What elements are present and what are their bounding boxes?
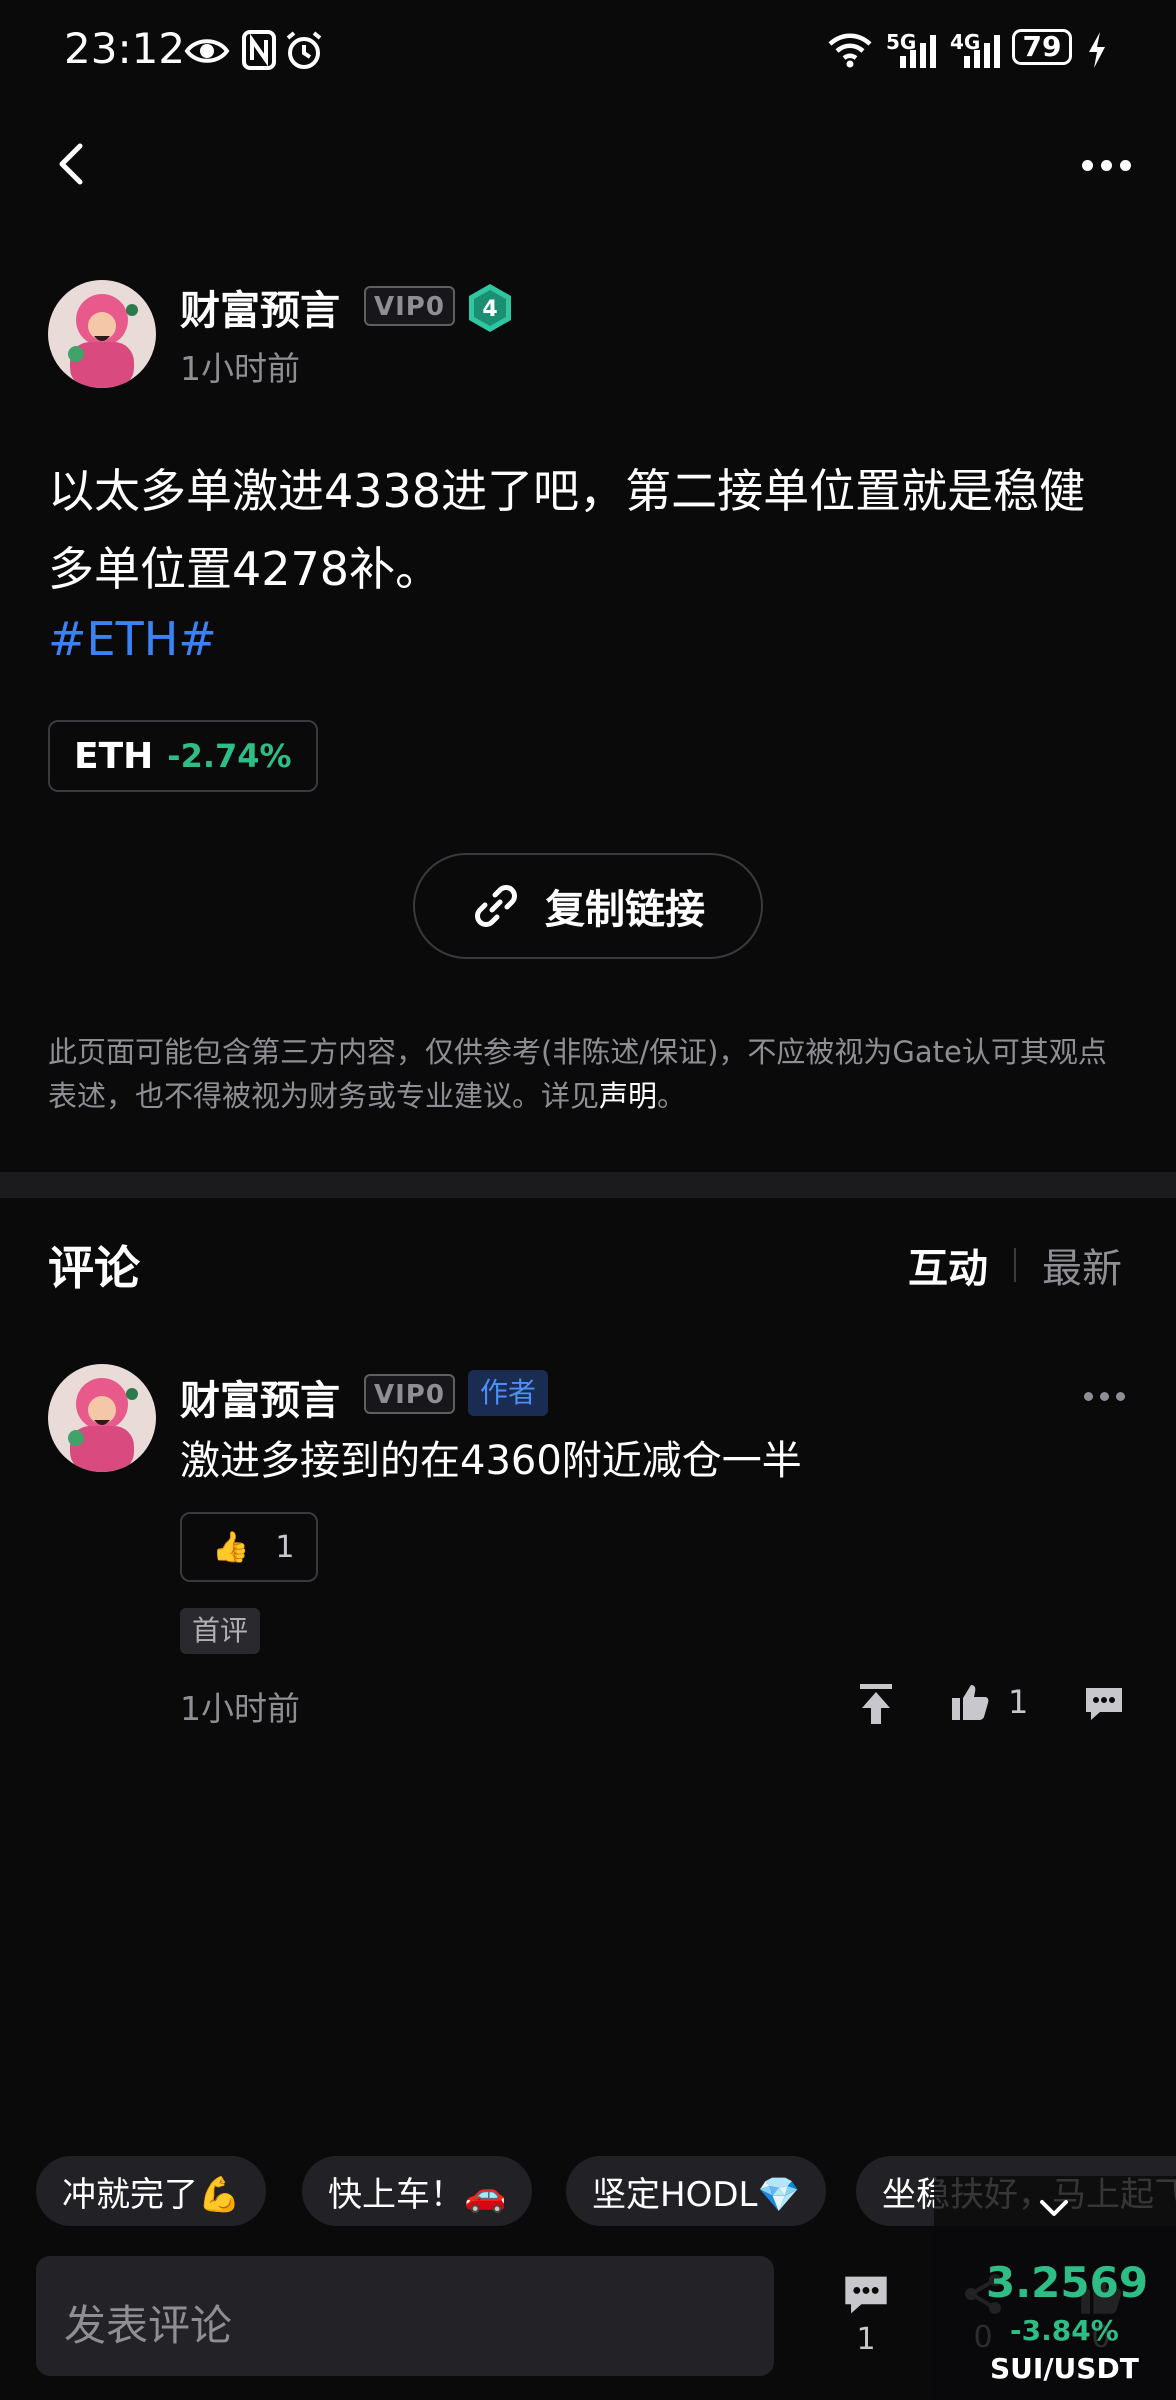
- hashtag-link[interactable]: #ETH#: [48, 612, 217, 666]
- signal-icon: [900, 35, 936, 68]
- charging-icon: [1089, 32, 1105, 68]
- coin-name: ETH: [74, 735, 154, 777]
- level-badge: 4: [469, 284, 511, 332]
- disclaimer-end: 。: [657, 1079, 687, 1113]
- disclaimer-link[interactable]: 声明: [599, 1079, 657, 1113]
- thumbs-up-emoji: 👍: [212, 1529, 250, 1565]
- battery-indicator: 79: [1012, 29, 1072, 65]
- ticker-change: -3.84%: [1010, 2314, 1119, 2347]
- comment-like-button[interactable]: 1: [950, 1682, 1028, 1722]
- comment-input-placeholder: 发表评论: [64, 2301, 233, 2350]
- coin-chip[interactable]: ETH -2.74%: [48, 720, 318, 792]
- bottom-reply-button[interactable]: 1: [836, 2272, 896, 2357]
- copy-link-button[interactable]: 复制链接: [413, 853, 763, 959]
- thumbs-up-icon: [952, 1685, 989, 1720]
- copy-link-label: 复制链接: [545, 887, 705, 933]
- sort-separator: [1014, 1248, 1016, 1282]
- comment-text: 激进多接到的在4360附近减仓一半: [180, 1438, 802, 1484]
- sort-hot-tab[interactable]: 互动: [908, 1236, 988, 1294]
- comment-input[interactable]: 发表评论: [36, 2256, 774, 2376]
- signal-icon-2: [964, 35, 1000, 68]
- disclaimer-text: 此页面可能包含第三方内容，仅供参考(非陈述/保证)，不应被视为Gate认可其观点…: [48, 1035, 1107, 1113]
- quick-reply-3[interactable]: 坚定HODL💎: [566, 2156, 826, 2226]
- reaction-chip[interactable]: 👍 1: [180, 1512, 318, 1582]
- collapse-chevron-icon[interactable]: [1034, 2188, 1074, 2228]
- comment-vip-badge: VIP0: [364, 1374, 455, 1414]
- more-options-icon[interactable]: [1082, 156, 1139, 175]
- bottom-reply-icon: [845, 2276, 887, 2314]
- comment-author-name[interactable]: 财富预言: [180, 1368, 340, 1426]
- disclaimer: 此页面可能包含第三方内容，仅供参考(非陈述/保证)，不应被视为Gate认可其观点…: [48, 1030, 1128, 1118]
- comments-title: 评论: [48, 1241, 140, 1295]
- pin-top-icon[interactable]: [856, 1682, 896, 1726]
- eye-icon: [184, 39, 230, 63]
- wifi-icon: [828, 33, 872, 68]
- alarm-icon: [286, 31, 322, 69]
- bottom-reply-count: 1: [856, 2322, 876, 2357]
- comment-avatar[interactable]: [48, 1364, 156, 1472]
- sort-new-tab[interactable]: 最新: [1042, 1236, 1122, 1294]
- status-bar: 23:12 5G 4G 79: [0, 0, 1176, 100]
- post-time: 1小时前: [180, 349, 300, 388]
- status-time: 23:12: [64, 24, 186, 73]
- floating-ticker[interactable]: 3.2569 -3.84% SUI/USDT: [934, 2176, 1176, 2400]
- author-name[interactable]: 财富预言: [180, 278, 340, 336]
- reaction-count: 1: [275, 1529, 295, 1565]
- coin-change: -2.74%: [167, 737, 292, 775]
- ticker-price: 3.2569: [986, 2258, 1149, 2307]
- post-text: 以太多单激进4338进了吧，第二接单位置就是稳健多单位置4278补。: [48, 464, 1086, 596]
- comment-like-count: 1: [1008, 1683, 1029, 1721]
- nfc-icon: [242, 30, 276, 70]
- back-arrow-icon[interactable]: [52, 142, 96, 186]
- level-number: 4: [482, 297, 497, 322]
- author-tag: 作者: [468, 1370, 549, 1416]
- quick-reply-1[interactable]: 冲就完了💪: [36, 2156, 267, 2226]
- first-comment-tag: 首评: [180, 1608, 261, 1654]
- comment-time: 1小时前: [180, 1689, 300, 1728]
- reply-icon[interactable]: [1082, 1684, 1126, 1724]
- section-divider: [0, 1172, 1176, 1198]
- ticker-pair: SUI/USDT: [990, 2352, 1139, 2385]
- quick-reply-2[interactable]: 快上车！🚗: [302, 2156, 533, 2226]
- vip-badge: VIP0: [364, 286, 455, 326]
- avatar[interactable]: [48, 280, 156, 388]
- comment-more-icon[interactable]: [1084, 1386, 1132, 1405]
- link-icon: [475, 885, 517, 927]
